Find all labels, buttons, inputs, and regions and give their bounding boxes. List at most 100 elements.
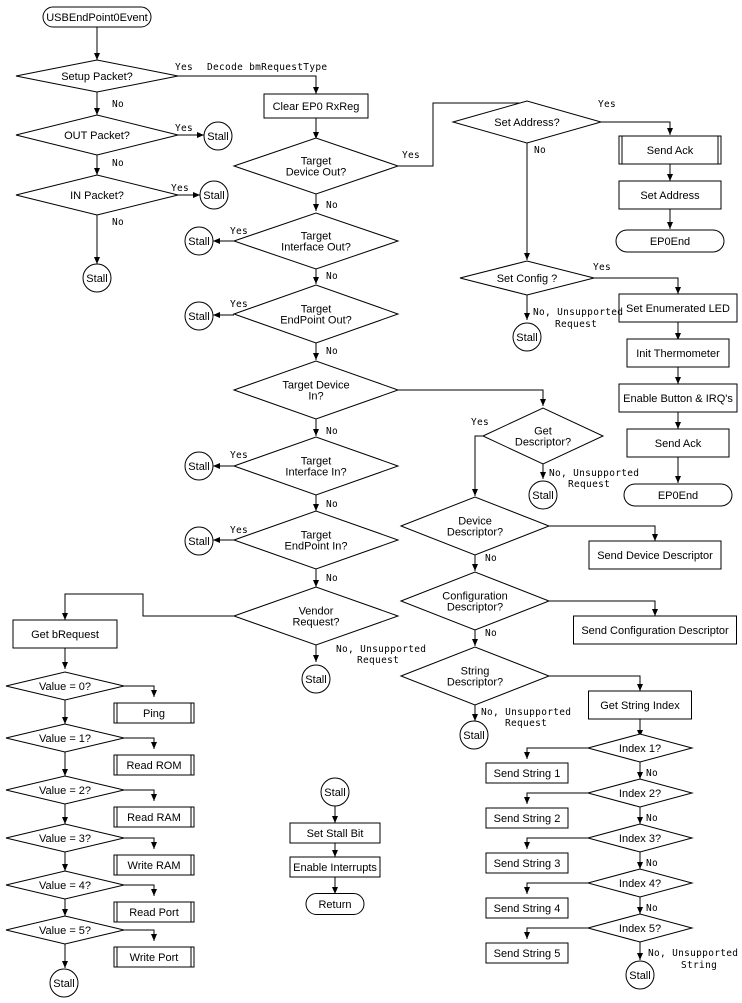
value-4-decision-label: Value = 4?: [39, 880, 91, 892]
set-enumerated-led-label: Set Enumerated LED: [626, 303, 730, 315]
arrow-down-icon: [151, 794, 157, 801]
set-address-decision-label: Set Address?: [494, 117, 559, 129]
edge-label: No: [646, 858, 658, 869]
edge-label: Yes: [593, 262, 611, 273]
send-configuration-descriptor-label: Send Configuration Descriptor: [581, 625, 729, 637]
edge-label: No, Unsupported: [533, 307, 623, 318]
arrow-down-icon: [151, 742, 157, 749]
enable-interrupts-label: Enable Interrupts: [293, 862, 377, 874]
arrow-down-icon: [313, 429, 319, 436]
in-packet-decision-label: IN Packet?: [70, 190, 124, 202]
arrow-down-icon: [94, 53, 100, 60]
value-3-decision-label: Value = 3?: [39, 833, 91, 845]
edge-label: Yes: [230, 450, 248, 461]
arrow-left-icon: [213, 537, 220, 543]
arrow-down-icon: [524, 842, 530, 849]
arrow-down-icon: [472, 564, 478, 571]
arrow-down-icon: [332, 850, 338, 857]
send-string-2-label: Send String 2: [494, 813, 561, 825]
stall-endpoint-out-label: Stall: [188, 311, 209, 323]
connector: [549, 525, 656, 541]
stall-index-label: Stall: [629, 970, 650, 982]
index-4-decision-label: Index 4?: [619, 878, 661, 890]
connector: [124, 789, 155, 801]
send-device-descriptor-label: Send Device Descriptor: [597, 550, 713, 562]
edge-label: No, Unsupported: [648, 948, 738, 959]
stall-endpoint-in-label: Stall: [188, 536, 209, 548]
arrow-down-icon: [540, 472, 546, 479]
enable-button-irqs-label: Enable Button & IRQ's: [623, 393, 733, 405]
arrow-down-icon: [313, 580, 319, 587]
connector: [601, 121, 671, 135]
edge-label: No: [112, 99, 124, 110]
connector: [124, 737, 155, 749]
target-device-out-decision-label: Device Out?: [286, 167, 347, 179]
device-descriptor-decision-label: Descriptor?: [447, 527, 503, 539]
arrow-down-icon: [667, 174, 673, 181]
arrow-down-icon: [540, 399, 546, 406]
arrow-down-icon: [637, 817, 643, 824]
arrow-down-icon: [62, 717, 68, 724]
stall-in-packet-label: Stall: [203, 190, 224, 202]
configuration-descriptor-decision-label: Descriptor?: [447, 602, 503, 614]
connector: [398, 389, 544, 406]
stall-set-config-label: Stall: [516, 332, 537, 344]
edge-label: Yes: [471, 417, 489, 428]
init-thermometer-label: Init Thermometer: [636, 348, 720, 360]
arrow-down-icon: [652, 609, 658, 616]
stall-vendor-final-label: Stall: [53, 978, 74, 990]
arrow-down-icon: [313, 353, 319, 360]
connector: [124, 685, 155, 697]
arrow-down-icon: [667, 222, 673, 229]
return-terminal-label: Return: [318, 899, 351, 911]
vendor-action-3-label: Write RAM: [128, 860, 181, 872]
arrow-down-icon: [524, 253, 530, 260]
value-1-decision-label: Value = 1?: [39, 733, 91, 745]
edge-label: Request: [357, 655, 399, 666]
arrow-down-icon: [472, 714, 478, 721]
arrow-down-icon: [637, 953, 643, 960]
target-interface-out-decision-label: Interface Out?: [281, 242, 351, 254]
connector: [526, 747, 588, 759]
edge-label: No: [326, 573, 338, 584]
index-3-decision-label: Index 3?: [619, 833, 661, 845]
edge-label: Yes: [230, 525, 248, 536]
arrow-down-icon: [313, 277, 319, 284]
edge-label: No: [326, 426, 338, 437]
vendor-action-1-label: Read ROM: [126, 760, 181, 772]
connector: [64, 593, 234, 620]
stall-get-descriptor-label: Stall: [532, 490, 553, 502]
value-2-decision-label: Value = 2?: [39, 785, 91, 797]
edge-label: No: [112, 158, 124, 169]
send-string-5-label: Send String 5: [494, 948, 561, 960]
edge-label: No: [646, 768, 658, 779]
edge-label: No: [112, 217, 124, 228]
arrow-down-icon: [524, 887, 530, 894]
connector: [124, 884, 155, 896]
arrow-down-icon: [524, 752, 530, 759]
edge-label: Yes: [171, 183, 189, 194]
send-ack-2-label: Send Ack: [655, 438, 702, 450]
stall-final-left-label: Stall: [86, 273, 107, 285]
edge-label: No: [326, 271, 338, 282]
arrow-down-icon: [313, 204, 319, 211]
edge-label: No, Unsupported: [549, 468, 639, 479]
stall-interface-in-label: Stall: [188, 461, 209, 473]
flowchart: USBEndPoint0Event Setup Packet? No OUT Pack…: [5, 6, 738, 998]
arrow-right-icon: [197, 132, 204, 138]
set-stall-bit-label: Set Stall Bit: [307, 828, 364, 840]
connector: [549, 675, 641, 691]
send-string-3-label: Send String 3: [494, 858, 561, 870]
arrow-down-icon: [524, 313, 530, 320]
arrow-down-icon: [652, 534, 658, 541]
arrow-down-icon: [313, 655, 319, 662]
edge-label: No: [646, 813, 658, 824]
arrow-down-icon: [94, 257, 100, 264]
value-0-decision-label: Value = 0?: [39, 681, 91, 693]
target-interface-in-decision-label: Interface In?: [285, 467, 346, 479]
arrow-left-icon: [213, 463, 220, 469]
arrow-left-icon: [213, 238, 220, 244]
arrow-down-icon: [675, 377, 681, 384]
index-1-decision-label: Index 1?: [619, 743, 661, 755]
arrow-down-icon: [675, 287, 681, 294]
